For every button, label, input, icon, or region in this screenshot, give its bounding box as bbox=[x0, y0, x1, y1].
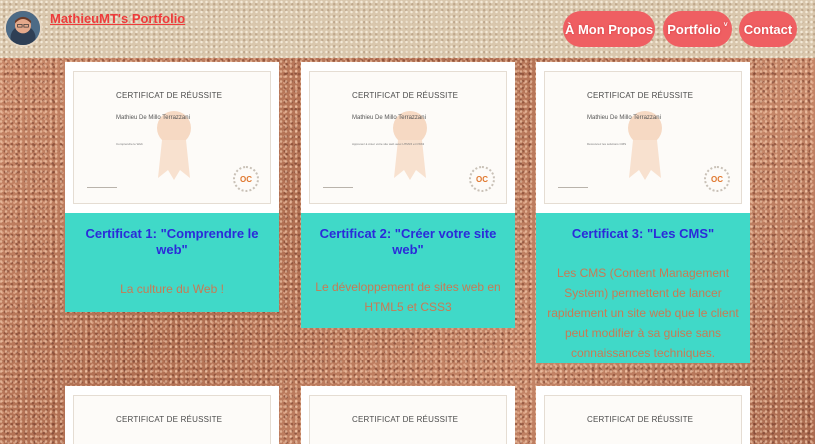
certificate-description: Le développement de sites web en HTML5 e… bbox=[315, 280, 501, 314]
certificate-title: Certificat 1: "Comprendre le web" bbox=[85, 226, 259, 257]
certificate-caption-panel: Certificat 2: "Créer votre site web" Le … bbox=[301, 213, 515, 328]
chevron-down-icon: ˅ bbox=[723, 21, 728, 29]
certificate-title: Certificat 2: "Créer votre site web" bbox=[319, 226, 497, 257]
certificate-course: Apprenez à créer votre site web avec HTM… bbox=[352, 142, 425, 146]
oc-seal-logo: OC bbox=[233, 166, 259, 192]
certificate-caption-panel: Certificat 3: "Les CMS" Les CMS (Content… bbox=[536, 213, 750, 363]
oc-seal-logo: OC bbox=[469, 166, 495, 192]
certificate-image: CERTIFICAT DE RÉUSSITE bbox=[536, 386, 750, 444]
certificate-heading: CERTIFICAT DE RÉUSSITE bbox=[352, 415, 459, 424]
nav-contact-button[interactable]: Contact bbox=[739, 11, 797, 47]
certificate-recipient: Mathieu De Millo Terrazzani bbox=[587, 115, 661, 121]
certificate-course: Découvrez les solutions CMS bbox=[587, 142, 627, 146]
oc-seal-logo: OC bbox=[704, 166, 730, 192]
certificate-caption-panel: Certificat 1: "Comprendre le web" La cul… bbox=[65, 213, 279, 312]
nav-portfolio-label: Portfolio bbox=[667, 21, 721, 37]
signature-line bbox=[87, 182, 117, 188]
certificate-heading: CERTIFICAT DE RÉUSSITE bbox=[587, 415, 694, 424]
certificate-image: CERTIFICAT DE RÉUSSITE bbox=[301, 386, 515, 444]
certificate-image: CERTIFICAT DE RÉUSSITE Mathieu De Millo … bbox=[301, 62, 515, 213]
certificate-heading: CERTIFICAT DE RÉUSSITE bbox=[116, 415, 223, 424]
avatar bbox=[4, 9, 42, 47]
nav-about-button[interactable]: À Mon Propos bbox=[563, 11, 655, 47]
site-title-link[interactable]: MathieuMT's Portfolio bbox=[50, 11, 185, 26]
certificate-image: CERTIFICAT DE RÉUSSITE Mathieu De Millo … bbox=[65, 62, 279, 213]
certificate-title: Certificat 3: "Les CMS" bbox=[571, 226, 715, 241]
certificate-heading: CERTIFICAT DE RÉUSSITE bbox=[587, 91, 694, 100]
nav-about-label: À Mon Propos bbox=[564, 21, 654, 37]
certificate-image: CERTIFICAT DE RÉUSSITE bbox=[65, 386, 279, 444]
signature-line bbox=[558, 182, 588, 188]
site-header: MathieuMT's Portfolio À Mon Propos Portf… bbox=[0, 0, 815, 58]
certificate-description: Les CMS (Content Management System) perm… bbox=[547, 266, 739, 360]
nav-contact-label: Contact bbox=[743, 21, 793, 37]
certificate-recipient: Mathieu De Millo Terrazzani bbox=[352, 115, 426, 121]
certificate-recipient: Mathieu De Millo Terrazzani bbox=[116, 115, 190, 121]
certificate-heading: CERTIFICAT DE RÉUSSITE bbox=[352, 91, 459, 100]
signature-line bbox=[323, 182, 353, 188]
nav-portfolio-button[interactable]: Portfolio ˅ bbox=[663, 11, 732, 47]
certificate-course: Comprendre le Web bbox=[116, 142, 143, 146]
certificate-image: CERTIFICAT DE RÉUSSITE Mathieu De Millo … bbox=[536, 62, 750, 213]
certificate-description: La culture du Web ! bbox=[120, 282, 224, 296]
certificate-heading: CERTIFICAT DE RÉUSSITE bbox=[116, 91, 223, 100]
